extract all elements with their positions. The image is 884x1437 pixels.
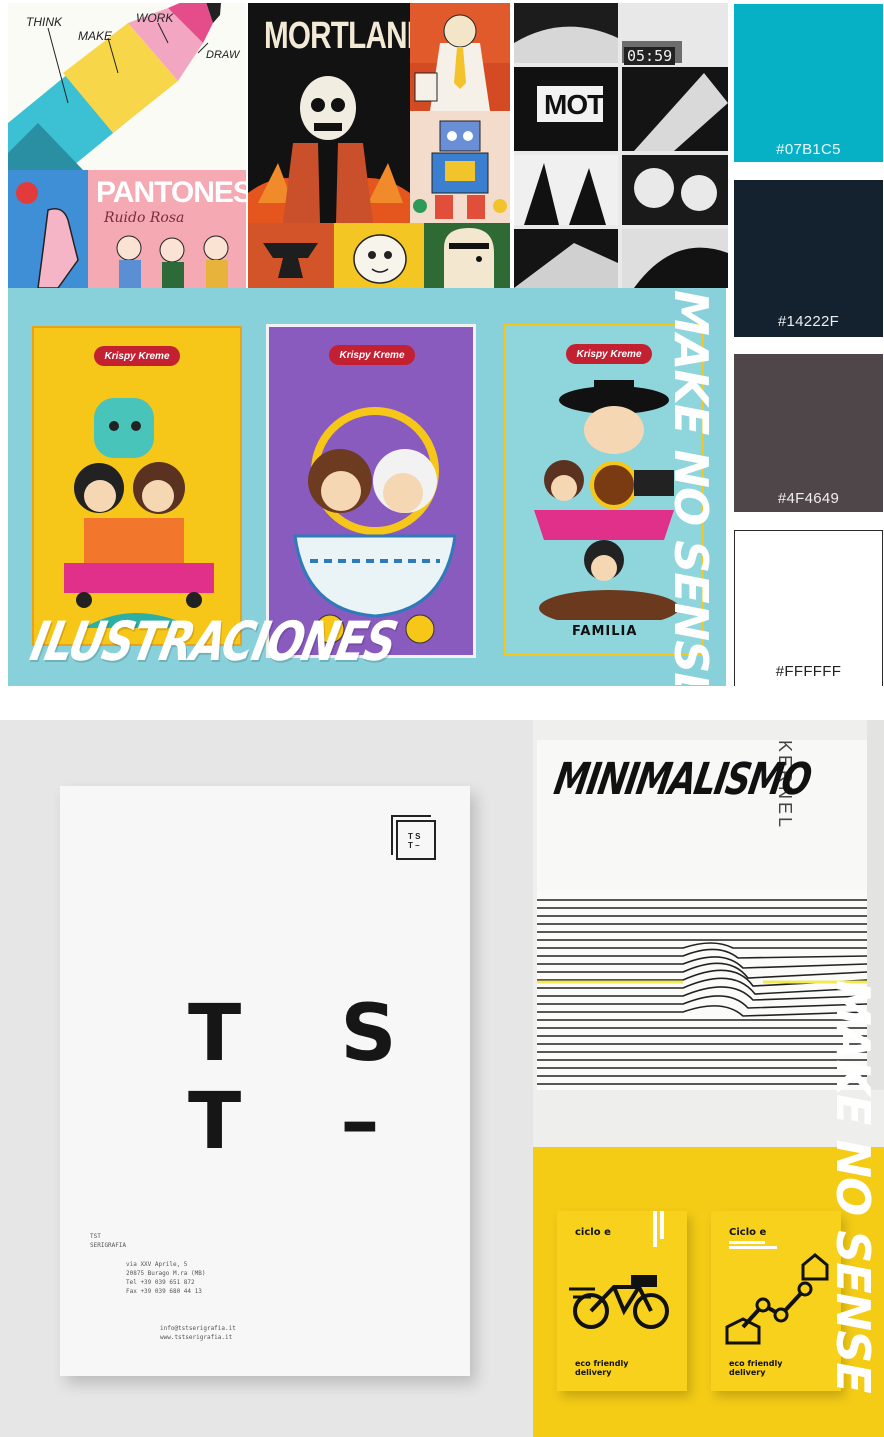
pantones-title: PANTONES	[96, 176, 246, 209]
comic-sign: MOT	[544, 89, 604, 120]
face-illustration	[334, 223, 424, 288]
ciclo-tagline-right: eco friendly delivery	[729, 1359, 783, 1377]
robot-illustration	[410, 111, 510, 223]
businessman-icon	[410, 14, 510, 111]
work-label: WORK	[136, 11, 174, 25]
swatch-label-taupe: #4F4649	[777, 490, 840, 507]
couple-on-cart-icon	[64, 398, 214, 628]
anvil-illustration	[248, 223, 334, 288]
ciclo-card-left: ciclo e eco friendly delivery	[557, 1211, 687, 1391]
minimalismo-title: MINIMALISMO	[550, 754, 815, 805]
make-no-sense-text: MAKE NO SENSE	[668, 290, 718, 685]
think-label: THINK	[26, 15, 62, 29]
familia-caption: FAMILIA	[572, 624, 638, 639]
tst-logo-line2: T –	[188, 1077, 416, 1167]
krispy-logo: Krispy Kreme	[329, 345, 415, 365]
couple-in-cup-icon	[293, 407, 457, 644]
ciclo-card-right: Ciclo e eco friendly delivery	[711, 1211, 841, 1391]
poster-card-purple: Krispy Kreme	[266, 324, 476, 658]
anvil-icon	[263, 243, 318, 278]
comic-panels-icon	[514, 3, 728, 288]
tst-mark-icon: T S T –	[391, 815, 436, 860]
ciclo-brand-left: ciclo e	[575, 1227, 611, 1238]
delivery-route-icon	[725, 1253, 829, 1345]
swatch-navy: #14222F	[734, 180, 883, 337]
family-tower-icon	[534, 380, 679, 620]
face-icon	[353, 234, 407, 284]
think-make-draw-illustration: THINK MAKE WORK DRAW	[8, 3, 246, 170]
pantones-script: Ruido Rosa	[104, 210, 185, 226]
swatch-label-white: #FFFFFF	[775, 663, 842, 680]
robot-icon	[413, 120, 507, 219]
swatch-label-cyan: #07B1C5	[776, 141, 841, 158]
draw-label: DRAW	[206, 49, 240, 61]
krispy-logo: Krispy Kreme	[566, 344, 652, 364]
profile-illustration	[424, 223, 510, 288]
swatch-label-navy: #14222F	[777, 313, 840, 330]
swatch-white: #FFFFFF	[734, 530, 883, 686]
pantones-illustration: PANTONES Ruido Rosa	[8, 170, 246, 288]
mortland-illustration: MORTLAND	[248, 3, 410, 223]
comic-illustration: 05:59 MOT	[514, 3, 728, 288]
bicycle-icon	[569, 1275, 669, 1329]
profile-icon	[444, 228, 494, 288]
swatch-taupe: #4F4649	[734, 354, 883, 512]
tst-logo-line1: T S	[188, 989, 433, 1079]
make-label: MAKE	[78, 29, 113, 43]
krispy-kreme-panel: Krispy Kreme Krispy Kreme Krispy Kreme F…	[8, 288, 726, 686]
swatch-cyan: #07B1C5	[734, 4, 883, 162]
poster-card-yellow: Krispy Kreme	[32, 326, 242, 646]
make-no-sense-text-bottom: MAKE NO SENSE	[832, 980, 880, 1393]
side-brand-top: MAKE NO SENSE	[668, 290, 724, 685]
tst-poster: T S T – T S T – TST SERIGRAFIA via XXV A…	[60, 786, 470, 1376]
tst-contact: info@tstserigrafia.it www.tstserigrafia.…	[160, 1325, 236, 1341]
skeleton-icon	[248, 76, 410, 223]
ilustraciones-title: ILUSTRACIONES	[25, 610, 402, 673]
mortland-title: MORTLAND	[264, 15, 410, 57]
musicians-icon	[116, 235, 229, 288]
pink-figure-icon	[37, 208, 79, 288]
tst-poster-scene: T S T – T S T – TST SERIGRAFIA via XXV A…	[0, 720, 533, 1437]
krispy-logo: Krispy Kreme	[94, 346, 180, 366]
tst-studio-name: TST SERIGRAFIA	[90, 1233, 127, 1249]
ciclo-tagline-left: eco friendly delivery	[575, 1359, 629, 1377]
ciclo-brand-right: Ciclo e	[729, 1227, 767, 1238]
side-brand-bottom: MAKE NO SENSE	[832, 980, 884, 1430]
clock-display: 05:59	[624, 47, 676, 65]
businessman-illustration	[410, 3, 510, 111]
tst-address: via XXV Aprile, 5 20875 Burago M.ra (MB)…	[126, 1261, 206, 1295]
